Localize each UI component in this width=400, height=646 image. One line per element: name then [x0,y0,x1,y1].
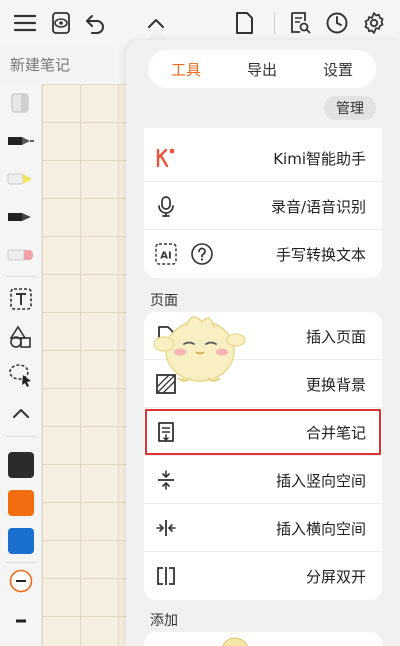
row-label: 更换背景 [305,376,366,394]
list-item[interactable]: AI 手写转换文本 [144,230,382,278]
row-label: 合并笔记 [305,424,366,442]
tool-divider [6,276,36,277]
manage-button[interactable]: 管理 [324,96,376,120]
undo-icon[interactable] [80,8,110,38]
search-document-icon[interactable] [285,8,315,38]
tab-settings[interactable]: 设置 [300,50,376,88]
horizontal-space-icon [154,516,178,540]
list-item-highlighted[interactable]: 合并笔记 [144,408,382,456]
help-icon[interactable] [190,242,214,266]
text-box-icon[interactable] [6,284,36,314]
ai-badge-icon: AI [154,242,178,266]
eye-icon[interactable] [47,8,77,38]
highlighter-icon[interactable] [6,164,36,194]
tab-export[interactable]: 导出 [224,50,300,88]
menu-icon[interactable] [10,8,40,38]
color-swatch-black[interactable] [8,452,34,478]
section-title-add: 添加 [150,613,178,629]
list-item[interactable]: 插入横向空间 [144,504,382,552]
gear-icon[interactable] [359,8,389,38]
fountain-pen-icon[interactable] [6,126,36,156]
panel-tabs: 工具 导出 设置 [148,50,376,88]
mascot-sticker-icon [153,316,246,382]
merge-notes-icon [154,420,178,444]
collapse-tools-icon[interactable] [6,398,36,428]
row-label: 插入横向空间 [275,520,366,538]
tool-divider [6,436,36,437]
color-swatch-orange[interactable] [8,490,34,516]
stroke-thin-icon[interactable] [6,606,36,636]
svg-text:AI: AI [160,251,171,262]
row-label: Kimi智能助手 [273,150,366,168]
shapes-icon[interactable] [6,322,36,352]
list-item[interactable]: 插入竖向空间 [144,456,382,504]
kimi-logo-icon [154,146,178,170]
vertical-space-icon [154,468,178,492]
row-label: 插入页面 [305,328,366,346]
add-card [144,632,382,646]
tool-divider [6,562,36,563]
list-item[interactable]: Kimi智能助手 [144,134,382,182]
toolbar-divider [274,12,275,34]
eraser-tool-icon[interactable] [6,88,36,118]
row-label: 手写转换文本 [275,246,366,264]
clock-icon[interactable] [322,8,352,38]
microphone-icon [154,194,178,218]
color-swatch-blue[interactable] [8,528,34,554]
tools-card: Kimi智能助手 录音/语音识别 AI 手写转换文本 [144,128,382,278]
tool-strip [0,84,42,646]
row-label: 录音/语音识别 [270,198,366,216]
pen-icon[interactable] [6,202,36,232]
row-label: 插入竖向空间 [275,472,366,490]
stroke-size-icon[interactable] [6,566,36,596]
split-screen-icon [154,564,178,588]
list-item[interactable]: 录音/语音识别 [144,182,382,230]
list-item[interactable]: 分屏双开 [144,552,382,600]
marker-icon[interactable] [6,240,36,270]
lasso-select-icon[interactable] [6,360,36,390]
tab-tools[interactable]: 工具 [148,50,224,88]
page-icon[interactable] [229,8,259,38]
note-title[interactable]: 新建笔记 [10,54,70,75]
mascot-peek-icon [222,637,248,646]
row-label: 分屏双开 [305,568,366,586]
